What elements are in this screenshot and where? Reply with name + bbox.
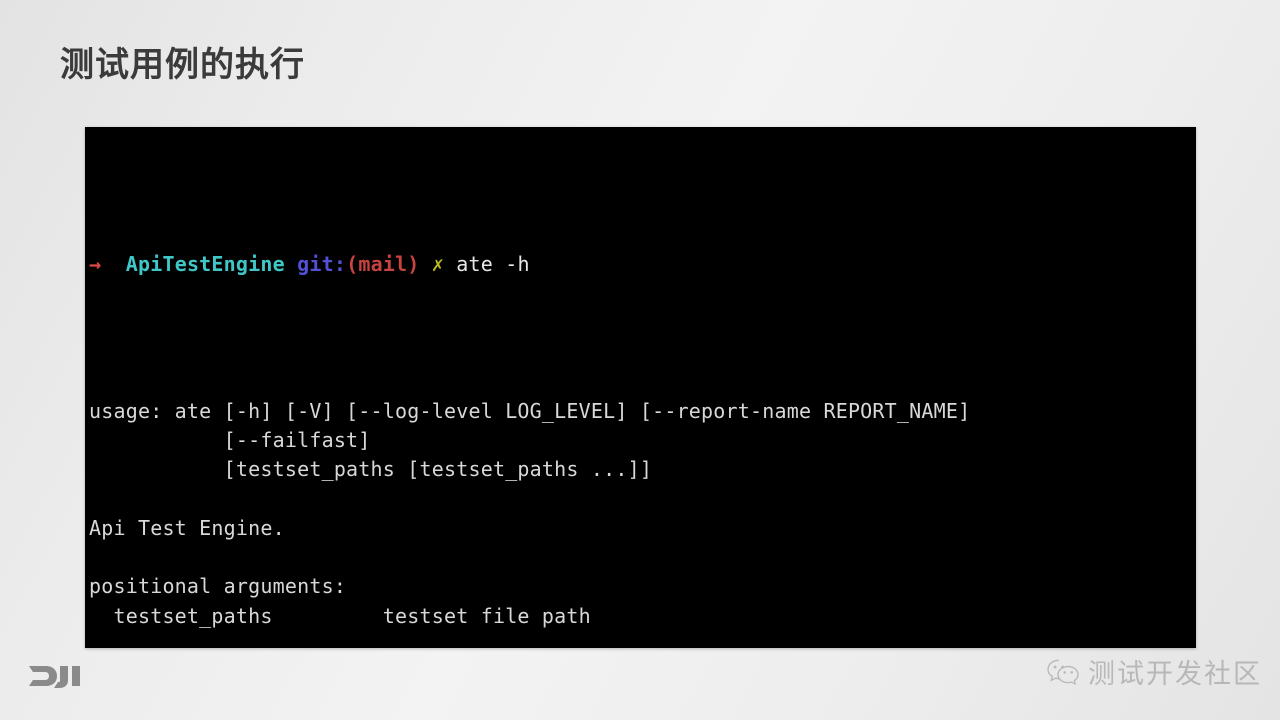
terminal-output-lines: usage: ate [-h] [-V] [--log-level LOG_LE…: [89, 397, 1196, 648]
prompt-directory: ApiTestEngine: [125, 252, 285, 277]
watermark: 测试开发社区: [1046, 652, 1262, 691]
terminal-prompt-line: → ApiTestEngine git:(mail) ✗ ate -h: [89, 250, 1196, 279]
terminal-output-line: positional arguments:: [89, 574, 347, 599]
page-title: 测试用例的执行: [60, 46, 305, 84]
prompt-space-1: [101, 252, 125, 276]
prompt-command: ate -h: [456, 252, 530, 277]
terminal-output-line: [--failfast]: [89, 427, 371, 452]
prompt-arrow-icon: →: [89, 252, 102, 277]
wechat-icon: [1046, 657, 1080, 687]
prompt-space-3: [420, 252, 432, 276]
prompt-git-label: git:: [297, 252, 347, 277]
terminal-output-line: Api Test Engine.: [89, 515, 285, 540]
dji-logo: [26, 663, 84, 689]
prompt-git-branch: (mail): [346, 252, 420, 277]
terminal-output-line: testset_paths testset file path: [89, 603, 591, 628]
terminal-output-area: → ApiTestEngine git:(mail) ✗ ate -h usag…: [85, 127, 1196, 648]
terminal-output-line: [testset_paths [testset_paths ...]]: [89, 457, 653, 482]
prompt-status-x-icon: ✗: [431, 252, 445, 277]
prompt-space-2: [285, 252, 297, 276]
prompt-space-4: [444, 252, 456, 276]
watermark-label: 测试开发社区: [1088, 659, 1262, 690]
terminal-output-line: usage: ate [-h] [-V] [--log-level LOG_LE…: [89, 398, 971, 423]
terminal-window[interactable]: → ApiTestEngine git:(mail) ✗ ate -h usag…: [85, 127, 1196, 648]
